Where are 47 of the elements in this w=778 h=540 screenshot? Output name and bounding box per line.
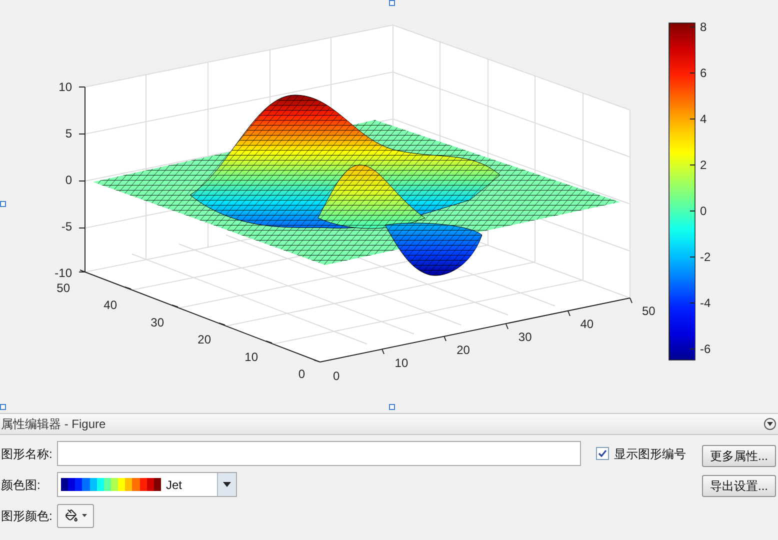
x-tick-label: 40 xyxy=(580,317,594,331)
x-tick-label: 30 xyxy=(518,330,532,344)
z-tick-label: -5 xyxy=(61,220,72,234)
show-number-checkbox[interactable]: 显示图形编号 xyxy=(596,444,686,462)
z-tick-label: 0 xyxy=(65,173,72,187)
x-tick-label: 50 xyxy=(642,304,656,318)
colorbar-tick-label: 2 xyxy=(700,158,707,172)
z-tick-label: 10 xyxy=(58,80,72,94)
selection-handle[interactable] xyxy=(0,404,6,410)
panel-button[interactable]: 更多属性... xyxy=(702,445,776,467)
figure-color-button[interactable] xyxy=(57,504,94,528)
y-tick-label: 10 xyxy=(244,350,258,364)
colormap-dropdown[interactable]: Jet xyxy=(57,472,237,497)
caret-icon xyxy=(82,514,86,517)
name-input-field[interactable] xyxy=(57,441,581,466)
colorbar-tick-label: -6 xyxy=(700,342,711,356)
selection-handle[interactable] xyxy=(389,0,395,6)
colormap-name: Jet xyxy=(166,476,184,494)
z-tick-label: 5 xyxy=(65,126,72,140)
x-tick-label: 0 xyxy=(333,369,340,383)
y-tick-label: 40 xyxy=(104,298,117,312)
collapse-button[interactable] xyxy=(764,418,776,430)
paint-bucket-icon xyxy=(64,509,78,522)
colorbar-tick-label: -2 xyxy=(700,250,711,264)
x-tick-label: 20 xyxy=(456,343,470,357)
colorbar-tick-label: 8 xyxy=(700,20,707,34)
x-tick-label: 10 xyxy=(394,356,408,370)
dropdown-arrow-button[interactable] xyxy=(217,473,236,496)
y-tick-label: 20 xyxy=(198,332,211,347)
field-label: 图形颜色: xyxy=(0,508,54,524)
colorbar-tick-label: 0 xyxy=(700,204,707,218)
y-tick-label: 30 xyxy=(150,315,164,330)
colorbar-tick-label: 6 xyxy=(700,66,707,80)
field-label: 颜色图: xyxy=(0,476,42,494)
caret-icon xyxy=(223,482,231,487)
selection-handle[interactable] xyxy=(0,201,6,207)
colorbar-tick-label: -4 xyxy=(700,296,711,310)
colorbar-tick-label: 4 xyxy=(700,112,707,126)
checkbox-label: 显示图形编号 xyxy=(614,446,686,462)
panel-button[interactable]: 导出设置... xyxy=(702,475,776,497)
caret-icon xyxy=(767,422,773,426)
z-tick-label: -10 xyxy=(54,266,72,280)
y-tick-label: 50 xyxy=(56,281,70,295)
selection-handle[interactable] xyxy=(389,404,395,410)
panel-title: 属性编辑器 - Figure xyxy=(0,416,106,433)
y-tick-label: 0 xyxy=(298,367,305,381)
field-label: 图形名称: xyxy=(0,446,54,462)
